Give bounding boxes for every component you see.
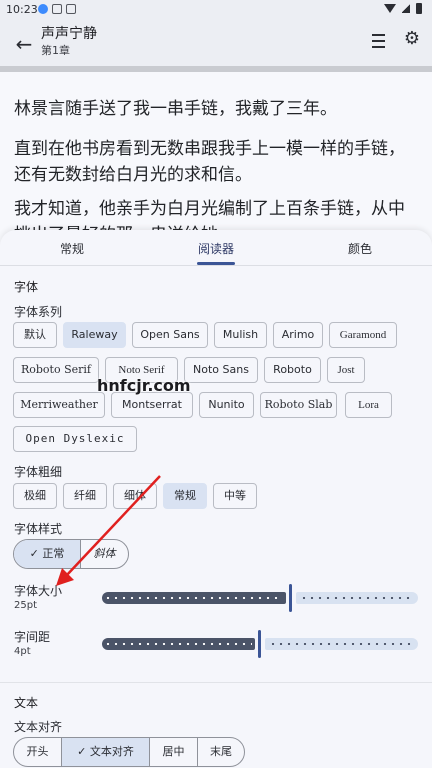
annotation-arrow-icon (56, 475, 161, 586)
